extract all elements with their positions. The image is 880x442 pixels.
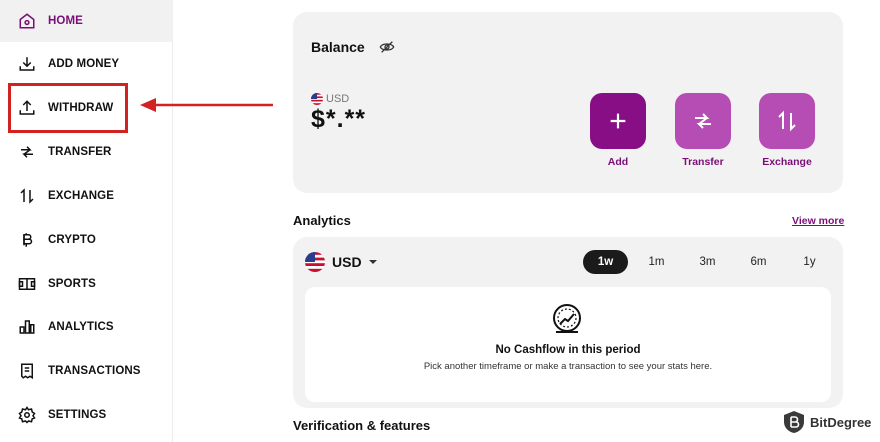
balance-amount: $*.** (311, 105, 367, 133)
sidebar-item-label: SETTINGS (48, 409, 107, 421)
period-tabs: 1w 1m 3m 6m 1y (583, 250, 838, 274)
sidebar-item-label: CRYPTO (48, 234, 96, 246)
chevron-down-icon (368, 260, 377, 264)
transfer-button[interactable]: Transfer (675, 93, 731, 168)
transfer-icon (18, 143, 36, 161)
sidebar-item-label: HOME (48, 15, 83, 27)
sidebar-item-add-money[interactable]: ADD MONEY (0, 43, 173, 85)
sidebar-item-analytics[interactable]: ANALYTICS (0, 306, 173, 348)
exchange-button-label: Exchange (762, 156, 812, 168)
sidebar-item-home[interactable]: HOME (0, 0, 173, 42)
download-icon (18, 55, 36, 73)
us-flag-icon (311, 93, 323, 105)
period-tab-1m[interactable]: 1m (634, 250, 679, 274)
sidebar-item-transfer[interactable]: TRANSFER (0, 131, 173, 173)
bar-chart-icon (18, 318, 36, 336)
sidebar-item-crypto[interactable]: CRYPTO (0, 219, 173, 261)
empty-state-title: No Cashflow in this period (495, 344, 641, 356)
sidebar-item-transactions[interactable]: TRANSACTIONS (0, 350, 173, 392)
add-button-label: Add (607, 156, 629, 168)
cashflow-empty-state: No Cashflow in this period Pick another … (305, 287, 831, 402)
transfer-button-label: Transfer (682, 156, 724, 168)
balance-card: Balance USD $*.** Add Transfer Exchange (293, 12, 843, 193)
home-icon (18, 12, 36, 30)
sidebar-item-label: TRANSFER (48, 146, 112, 158)
verification-title: Verification & features (293, 418, 431, 433)
field-icon (18, 275, 36, 293)
sidebar-item-label: EXCHANGE (48, 190, 114, 202)
sidebar-item-settings[interactable]: SETTINGS (0, 394, 173, 436)
red-arrow-icon (140, 98, 273, 112)
receipt-icon (18, 362, 36, 380)
sidebar-item-sports[interactable]: SPORTS (0, 263, 173, 305)
balance-title: Balance (311, 39, 395, 55)
exchange-button[interactable]: Exchange (759, 93, 815, 168)
balance-label: Balance (311, 39, 365, 55)
analytics-title: Analytics (293, 213, 351, 228)
view-more-link[interactable]: View more (792, 215, 844, 227)
gear-icon (18, 406, 36, 424)
us-flag-icon (305, 252, 325, 272)
currency-select[interactable]: USD (305, 252, 377, 272)
sidebar-item-exchange[interactable]: EXCHANGE (0, 175, 173, 217)
sidebar-item-label: SPORTS (48, 278, 96, 290)
plus-icon[interactable] (590, 93, 646, 149)
period-tab-3m[interactable]: 3m (685, 250, 730, 274)
sidebar: HOME ADD MONEY WITHDRAW TRANSFER EXCHANG… (0, 0, 173, 442)
balance-currency: USD (311, 93, 349, 105)
empty-state-subtitle: Pick another timeframe or make a transac… (423, 361, 713, 372)
eye-off-icon[interactable] (379, 39, 395, 55)
balance-currency-code: USD (326, 93, 350, 105)
transfer-icon[interactable] (675, 93, 731, 149)
period-tab-6m[interactable]: 6m (736, 250, 781, 274)
period-tab-1y[interactable]: 1y (787, 250, 832, 274)
sidebar-item-label: ANALYTICS (48, 321, 114, 333)
highlight-box (8, 83, 128, 133)
period-tab-1w[interactable]: 1w (583, 250, 628, 274)
sidebar-item-label: TRANSACTIONS (48, 365, 141, 377)
sidebar-item-label: ADD MONEY (48, 58, 120, 70)
exchange-icon[interactable] (759, 93, 815, 149)
exchange-icon (18, 187, 36, 205)
bitcoin-icon (18, 231, 36, 249)
bitdegree-logo-icon (784, 411, 804, 433)
watermark-text: BitDegree (810, 414, 872, 430)
analytics-card: USD 1w 1m 3m 6m 1y No Cashflow in this p… (293, 237, 843, 408)
currency-select-value: USD (332, 254, 362, 270)
add-button[interactable]: Add (590, 93, 646, 168)
cashflow-gauge-icon (553, 304, 581, 333)
watermark: BitDegree (782, 410, 871, 434)
